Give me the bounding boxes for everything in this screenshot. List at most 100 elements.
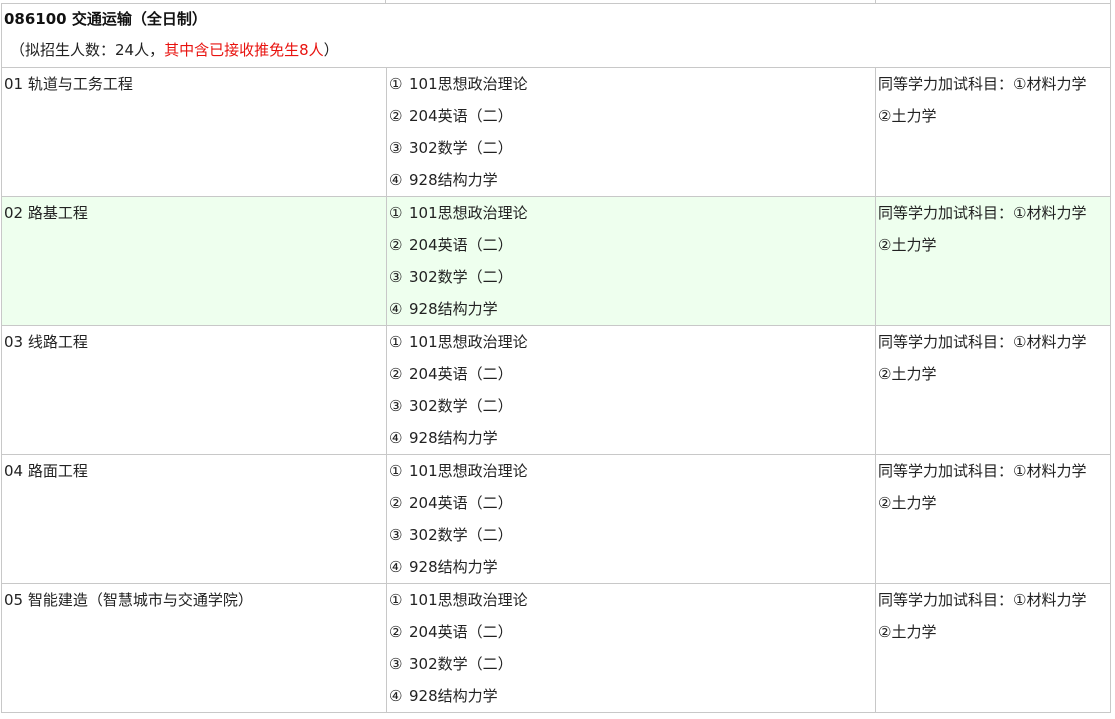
exam-subject-text: 204英语（二） xyxy=(409,623,513,641)
exam-subject-text: 101思想政治理论 xyxy=(409,591,528,609)
notes-cell: 同等学力加试科目：①材料力学 ②土力学 xyxy=(874,454,1112,584)
exam-number: ③ xyxy=(389,526,403,544)
exam-subject: ① 101思想政治理论 xyxy=(389,68,875,100)
exam-subject-text: 928结构力学 xyxy=(409,429,498,447)
exam-number: ② xyxy=(389,365,403,383)
exam-number: ③ xyxy=(389,397,403,415)
program-table: 086100 交通运输（全日制） （拟招生人数：24人，其中含已接收推免生8人）… xyxy=(0,3,1112,713)
exam-subject: ③ 302数学（二） xyxy=(389,390,875,422)
note-line: 同等学力加试科目：①材料力学 xyxy=(878,204,1087,222)
exam-number: ① xyxy=(389,333,403,351)
exam-subject-text: 302数学（二） xyxy=(409,526,513,544)
exam-subject-text: 204英语（二） xyxy=(409,107,513,125)
exam-number: ① xyxy=(389,591,403,609)
direction-name: 04 路面工程 xyxy=(4,462,88,480)
table-row: 03 线路工程 ① 101思想政治理论 ② 204英语（二） ③ 302数学（二） ④ 928结… xyxy=(1,325,1112,455)
exam-number: ① xyxy=(389,204,403,222)
exam-number: ① xyxy=(389,462,403,480)
note-line: 同等学力加试科目：①材料力学 xyxy=(878,462,1087,480)
notes-cell: 同等学力加试科目：①材料力学 ②土力学 xyxy=(874,67,1112,197)
table-row: 05 智能建造（智慧城市与交通学院） ① 101思想政治理论 ② 204英语（二） ③ 30… xyxy=(1,583,1112,713)
program-title: 086100 交通运输（全日制） xyxy=(4,10,207,28)
direction-cell: 01 轨道与工务工程 xyxy=(1,67,387,197)
enrollment-quota: （拟招生人数：24人，其中含已接收推免生8人） xyxy=(4,41,1110,59)
exam-number: ② xyxy=(389,494,403,512)
note-line: ②土力学 xyxy=(878,236,937,254)
note-line: ②土力学 xyxy=(878,365,937,383)
exam-subject: ② 204英语（二） xyxy=(389,358,875,390)
exam-subject: ④ 928结构力学 xyxy=(389,551,875,583)
notes-cell: 同等学力加试科目：①材料力学 ②土力学 xyxy=(874,196,1112,326)
exam-subject: ① 101思想政治理论 xyxy=(389,197,875,229)
exam-number: ② xyxy=(389,236,403,254)
direction-cell: 03 线路工程 xyxy=(1,325,387,455)
direction-name: 02 路基工程 xyxy=(4,204,88,222)
exam-number: ④ xyxy=(389,687,403,705)
exam-subject-text: 302数学（二） xyxy=(409,655,513,673)
direction-cell: 04 路面工程 xyxy=(1,454,387,584)
exam-subjects-cell: ① 101思想政治理论 ② 204英语（二） ③ 302数学（二） ④ 928结构力学 xyxy=(386,325,876,455)
exam-subjects-cell: ① 101思想政治理论 ② 204英语（二） ③ 302数学（二） ④ 928结构力学 xyxy=(386,67,876,197)
exam-subject: ④ 928结构力学 xyxy=(389,680,875,712)
direction-name: 03 线路工程 xyxy=(4,333,88,351)
exam-subject: ① 101思想政治理论 xyxy=(389,584,875,616)
exam-subject-text: 204英语（二） xyxy=(409,236,513,254)
exam-subject-text: 101思想政治理论 xyxy=(409,462,528,480)
note-line: ②土力学 xyxy=(878,107,937,125)
direction-cell: 02 路基工程 xyxy=(1,196,387,326)
exam-subject: ④ 928结构力学 xyxy=(389,164,875,196)
exam-subject-text: 101思想政治理论 xyxy=(409,204,528,222)
quota-suffix: ） xyxy=(323,41,339,59)
note-line: 同等学力加试科目：①材料力学 xyxy=(878,591,1087,609)
exam-subject: ③ 302数学（二） xyxy=(389,519,875,551)
exam-subject: ④ 928结构力学 xyxy=(389,293,875,325)
exam-number: ① xyxy=(389,75,403,93)
exam-subjects-cell: ① 101思想政治理论 ② 204英语（二） ③ 302数学（二） ④ 928结构力学 xyxy=(386,196,876,326)
table-row: 04 路面工程 ① 101思想政治理论 ② 204英语（二） ③ 302数学（二） ④ 928结… xyxy=(1,454,1112,584)
exam-number: ③ xyxy=(389,139,403,157)
exam-subject: ③ 302数学（二） xyxy=(389,648,875,680)
direction-cell: 05 智能建造（智慧城市与交通学院） xyxy=(1,583,387,713)
exam-number: ④ xyxy=(389,300,403,318)
exam-subject: ② 204英语（二） xyxy=(389,100,875,132)
table-row: 01 轨道与工务工程 ① 101思想政治理论 ② 204英语（二） ③ 302数学（二） ④ 9… xyxy=(1,67,1112,197)
exam-subject: ④ 928结构力学 xyxy=(389,422,875,454)
exam-number: ③ xyxy=(389,655,403,673)
program-header-row: 086100 交通运输（全日制） （拟招生人数：24人，其中含已接收推免生8人） xyxy=(0,3,1112,68)
note-line: 同等学力加试科目：①材料力学 xyxy=(878,333,1087,351)
exam-subject-text: 928结构力学 xyxy=(409,687,498,705)
exam-subject-text: 928结构力学 xyxy=(409,558,498,576)
exam-number: ④ xyxy=(389,171,403,189)
admissions-table-page: 086100 交通运输（全日制） （拟招生人数：24人，其中含已接收推免生8人）… xyxy=(0,0,1115,719)
quota-prefix: （拟招生人数：24人， xyxy=(10,41,165,59)
exam-subject: ① 101思想政治理论 xyxy=(389,455,875,487)
exam-number: ② xyxy=(389,107,403,125)
exam-subject-text: 204英语（二） xyxy=(409,494,513,512)
note-line: ②土力学 xyxy=(878,623,937,641)
note-line: 同等学力加试科目：①材料力学 xyxy=(878,75,1087,93)
program-header-cell: 086100 交通运输（全日制） （拟招生人数：24人，其中含已接收推免生8人） xyxy=(0,3,1112,68)
notes-cell: 同等学力加试科目：①材料力学 ②土力学 xyxy=(874,325,1112,455)
exam-subject: ② 204英语（二） xyxy=(389,616,875,648)
exam-subject-text: 928结构力学 xyxy=(409,171,498,189)
exam-number: ④ xyxy=(389,429,403,447)
exam-subject-text: 302数学（二） xyxy=(409,268,513,286)
quota-highlight: 其中含已接收推免生8人 xyxy=(164,41,324,59)
exam-subject-text: 928结构力学 xyxy=(409,300,498,318)
exam-subject: ③ 302数学（二） xyxy=(389,132,875,164)
exam-subjects-cell: ① 101思想政治理论 ② 204英语（二） ③ 302数学（二） ④ 928结构力学 xyxy=(386,583,876,713)
exam-number: ③ xyxy=(389,268,403,286)
direction-name: 05 智能建造（智慧城市与交通学院） xyxy=(4,591,253,609)
note-line: ②土力学 xyxy=(878,494,937,512)
table-row: 02 路基工程 ① 101思想政治理论 ② 204英语（二） ③ 302数学（二） ④ 928结… xyxy=(1,196,1112,326)
exam-subject-text: 302数学（二） xyxy=(409,139,513,157)
exam-subject: ① 101思想政治理论 xyxy=(389,326,875,358)
exam-subject: ③ 302数学（二） xyxy=(389,261,875,293)
exam-subject: ② 204英语（二） xyxy=(389,487,875,519)
exam-subject: ② 204英语（二） xyxy=(389,229,875,261)
exam-number: ④ xyxy=(389,558,403,576)
exam-subject-text: 302数学（二） xyxy=(409,397,513,415)
direction-name: 01 轨道与工务工程 xyxy=(4,75,133,93)
exam-subject-text: 101思想政治理论 xyxy=(409,333,528,351)
notes-cell: 同等学力加试科目：①材料力学 ②土力学 xyxy=(874,583,1112,713)
